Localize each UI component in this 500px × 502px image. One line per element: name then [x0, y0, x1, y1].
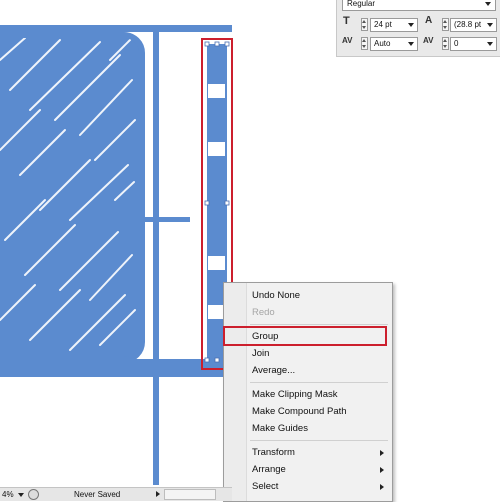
font-style-select[interactable]: Regular: [342, 0, 496, 11]
menu-separator: [250, 382, 388, 383]
menu-item-select[interactable]: Select: [252, 480, 278, 494]
leading-icon: A: [425, 15, 433, 26]
menu-item-transform[interactable]: Transform: [252, 446, 295, 460]
status-bar: 4% Never Saved: [0, 487, 232, 501]
menu-item-arrange[interactable]: Arrange: [252, 463, 286, 477]
tracking-icon: AV: [423, 36, 434, 45]
chevron-right-icon: [380, 467, 384, 473]
menu-icon-gutter: [224, 283, 247, 501]
kerning-value: Auto: [374, 39, 391, 48]
chevron-right-icon: [380, 484, 384, 490]
font-size-icon: T: [343, 15, 350, 27]
menu-separator: [250, 324, 388, 325]
group-item-highlight: [223, 326, 387, 346]
scribble-panel-shape: [0, 32, 145, 363]
menu-item-undo[interactable]: Undo None: [252, 289, 300, 303]
menu-item-make-clipping-mask[interactable]: Make Clipping Mask: [252, 388, 338, 402]
menu-item-average[interactable]: Average...: [252, 364, 295, 378]
bottom-bar-shape: [0, 359, 232, 377]
horizontal-scrollbar[interactable]: [164, 489, 216, 500]
leading-field[interactable]: (28.8 pt: [450, 18, 497, 32]
chevron-down-icon[interactable]: [18, 493, 24, 497]
font-size-field[interactable]: 24 pt: [370, 18, 418, 32]
character-panel: Regular T 24 pt A (28.8 pt AV Auto AV 0: [336, 0, 500, 57]
tracking-stepper[interactable]: [442, 37, 449, 50]
top-bar-shape: [0, 25, 232, 32]
tracking-field[interactable]: 0: [450, 37, 497, 51]
document-info-icon[interactable]: [28, 489, 39, 500]
menu-separator: [250, 440, 388, 441]
chevron-down-icon: [487, 23, 493, 27]
tracking-value: 0: [454, 39, 459, 48]
chevron-down-icon: [408, 23, 414, 27]
vertical-rod-shape: [153, 25, 159, 485]
menu-item-make-compound-path[interactable]: Make Compound Path: [252, 405, 347, 419]
crossbar-shape: [142, 217, 190, 222]
kerning-field[interactable]: Auto: [370, 37, 418, 51]
font-style-value: Regular: [347, 0, 376, 8]
chevron-down-icon: [485, 2, 491, 6]
leading-value: (28.8 pt: [454, 20, 482, 29]
leading-stepper[interactable]: [442, 18, 449, 31]
menu-item-redo: Redo: [252, 307, 275, 318]
context-menu: Undo None Redo Group Join Average... Mak…: [223, 282, 393, 502]
chevron-right-icon: [380, 450, 384, 456]
font-size-value: 24 pt: [374, 20, 392, 29]
document-state: Never Saved: [74, 490, 121, 499]
menu-item-make-guides[interactable]: Make Guides: [252, 422, 308, 436]
play-icon[interactable]: [156, 491, 160, 497]
font-size-stepper[interactable]: [361, 18, 368, 31]
chevron-down-icon: [408, 42, 414, 46]
menu-item-join[interactable]: Join: [252, 347, 269, 361]
chevron-down-icon: [487, 42, 493, 46]
zoom-level[interactable]: 4%: [2, 490, 14, 499]
kerning-icon: AV: [342, 36, 353, 45]
kerning-stepper[interactable]: [361, 37, 368, 50]
